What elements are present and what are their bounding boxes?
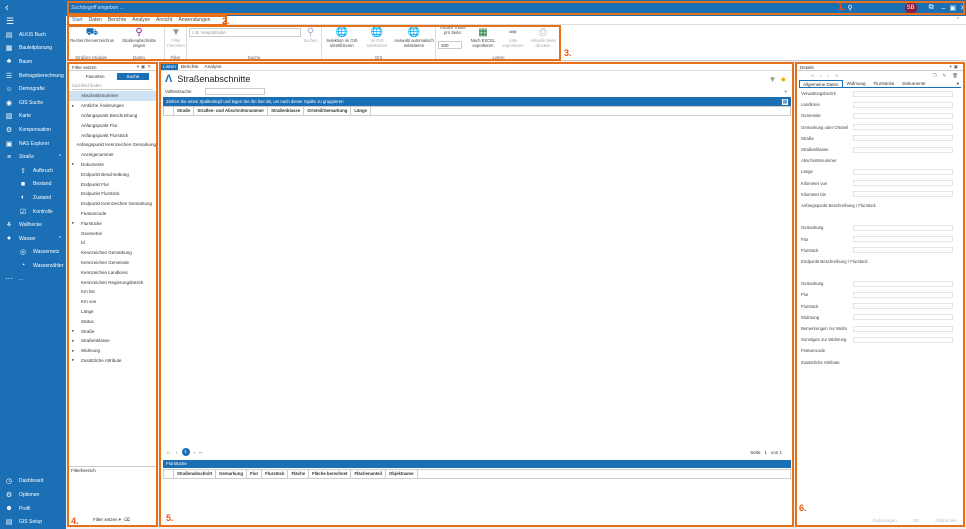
nav-item-calc[interactable]: ☰ Beitragsberechnung xyxy=(0,69,66,83)
nav-item-label: Wasserzähler xyxy=(33,262,64,269)
person-icon: ☺ xyxy=(5,85,13,93)
expand-caret-icon[interactable]: ^ xyxy=(59,154,61,160)
nav-item-nas[interactable]: ▣ NAS Explorer xyxy=(0,137,66,151)
marker-1: 1. xyxy=(838,2,846,12)
nav-item-check[interactable]: ☑ Kontrolle xyxy=(0,205,66,219)
marker-box-3 xyxy=(67,25,561,61)
nav-item-setup[interactable]: ▤ GIS Setup xyxy=(0,515,66,529)
nav-item-more[interactable]: ⋯... xyxy=(0,273,66,287)
nav-item-label: Bestand xyxy=(33,181,52,188)
nav-item-label: GIS Suche xyxy=(19,99,44,106)
nav-item-label: Wasser xyxy=(19,235,36,242)
nav-item-pin[interactable]: ◉ GIS Suche xyxy=(0,96,66,110)
nav-item-label: Wallhecke xyxy=(19,222,42,229)
marker-box-1 xyxy=(67,1,965,15)
nav-item-label: Zustand xyxy=(33,194,52,201)
check-icon: ☑ xyxy=(19,208,27,216)
nav-item-plan[interactable]: ▦ Bauleitplanung xyxy=(0,42,66,56)
nav-item-meter[interactable]: ◔ Wasserzähler xyxy=(0,259,66,273)
marker-box-5 xyxy=(159,62,794,527)
pin-icon: ◉ xyxy=(5,99,13,107)
marker-box-4 xyxy=(67,62,158,527)
nav-item-label: ... xyxy=(19,276,24,283)
nav-item-label: Wassernetz xyxy=(33,249,60,256)
nav-item-person[interactable]: ☺ Demografie xyxy=(0,82,66,96)
expand-caret-icon[interactable]: ^ xyxy=(59,236,61,242)
nav-item-label: Straße xyxy=(19,154,35,161)
tree-icon: ♣ xyxy=(6,58,12,66)
up-icon: ⇧ xyxy=(20,167,26,175)
nav-item-state[interactable]: ◐ Zustand xyxy=(0,191,66,205)
plan-icon: ▦ xyxy=(5,45,13,53)
nas-icon: ▣ xyxy=(5,140,13,148)
nav-item-label: Baum xyxy=(19,58,33,65)
nav-item-box[interactable]: ■ Bestand xyxy=(0,178,66,192)
marker-4: 4. xyxy=(71,516,79,526)
nav-item-label: NAS Explorer xyxy=(19,140,50,147)
map-icon: ▧ xyxy=(5,113,13,121)
nav-item-label: Dashboard xyxy=(19,478,44,485)
nav-item-map[interactable]: ▧ Karte xyxy=(0,110,66,124)
state-icon: ◐ xyxy=(20,194,26,202)
nav-item-drop[interactable]: ● Wasser ^ xyxy=(0,232,66,246)
nav-item-label: Beitragsberechnung xyxy=(19,72,64,79)
collapse-ribbon-icon[interactable]: ⌃ xyxy=(956,17,960,23)
nav-item-label: GIS Setup xyxy=(19,519,43,526)
nav-item-label: Karte xyxy=(19,113,31,120)
prof-icon: ☻ xyxy=(5,505,13,513)
hamburger-menu-icon[interactable]: ☰ xyxy=(0,16,66,28)
calc-icon: ☰ xyxy=(5,72,13,80)
doc-icon: ▤ xyxy=(5,31,13,39)
nav-item-label: Profil xyxy=(19,505,31,512)
nav-item-label: Demografie xyxy=(19,86,45,93)
nav-item-tree[interactable]: ♣ Baum xyxy=(0,55,66,69)
nav-item-up[interactable]: ⇧ Aufbruch xyxy=(0,164,66,178)
nav-item-net[interactable]: ◎ Wassernetz xyxy=(0,246,66,260)
nav-item-prof[interactable]: ☻ Profil xyxy=(0,502,66,516)
marker-3: 3. xyxy=(564,48,572,58)
dash-icon: ◷ xyxy=(5,478,13,486)
marker-box-6 xyxy=(795,62,965,527)
marker-5: 5. xyxy=(166,513,174,523)
setup-icon: ▤ xyxy=(5,519,13,527)
drop-icon: ● xyxy=(6,235,12,243)
marker-6: 6. xyxy=(799,503,807,513)
nav-bottom-items: ◷ Dashboard ⚙ Optionen ☻ Profil ▤ GIS Setup xyxy=(0,475,66,529)
nav-item-label: Optionen xyxy=(19,492,40,499)
nav-item-label: Aufbruch xyxy=(33,167,54,174)
nav-item-label: Bauleitplanung xyxy=(19,45,53,52)
more-icon: ⋯ xyxy=(5,276,13,284)
main-navigation: ‹ ☰ ▤ ALKIS Buch ▦ Bauleitplanung ♣ Baum ☰ Beit… xyxy=(0,0,66,529)
nav-item-road[interactable]: ≡ Straße ^ xyxy=(0,150,66,164)
nav-item-doc[interactable]: ▤ ALKIS Buch xyxy=(0,28,66,42)
back-arrow-icon[interactable]: ‹ xyxy=(0,0,66,16)
nav-items: ▤ ALKIS Buch ▦ Bauleitplanung ♣ Baum ☰ Beitrags… xyxy=(0,28,66,286)
gear-icon: ⚙ xyxy=(5,126,13,134)
nav-item-hedge[interactable]: ⚘ Wallhecke xyxy=(0,218,66,232)
nav-item-gear[interactable]: ⚙ Kompensation xyxy=(0,123,66,137)
box-icon: ■ xyxy=(20,180,26,188)
nav-item-opt[interactable]: ⚙ Optionen xyxy=(0,488,66,502)
opt-icon: ⚙ xyxy=(5,492,13,500)
marker-2: 2. xyxy=(222,16,230,26)
nav-item-label: Kontrolle xyxy=(33,208,53,215)
nav-item-label: Kompensation xyxy=(19,126,51,133)
net-icon: ◎ xyxy=(19,249,27,257)
road-icon: ≡ xyxy=(6,153,12,161)
nav-item-dash[interactable]: ◷ Dashboard xyxy=(0,475,66,489)
nav-item-label: ALKIS Buch xyxy=(19,31,46,38)
hedge-icon: ⚘ xyxy=(5,222,13,230)
meter-icon: ◔ xyxy=(20,262,26,270)
